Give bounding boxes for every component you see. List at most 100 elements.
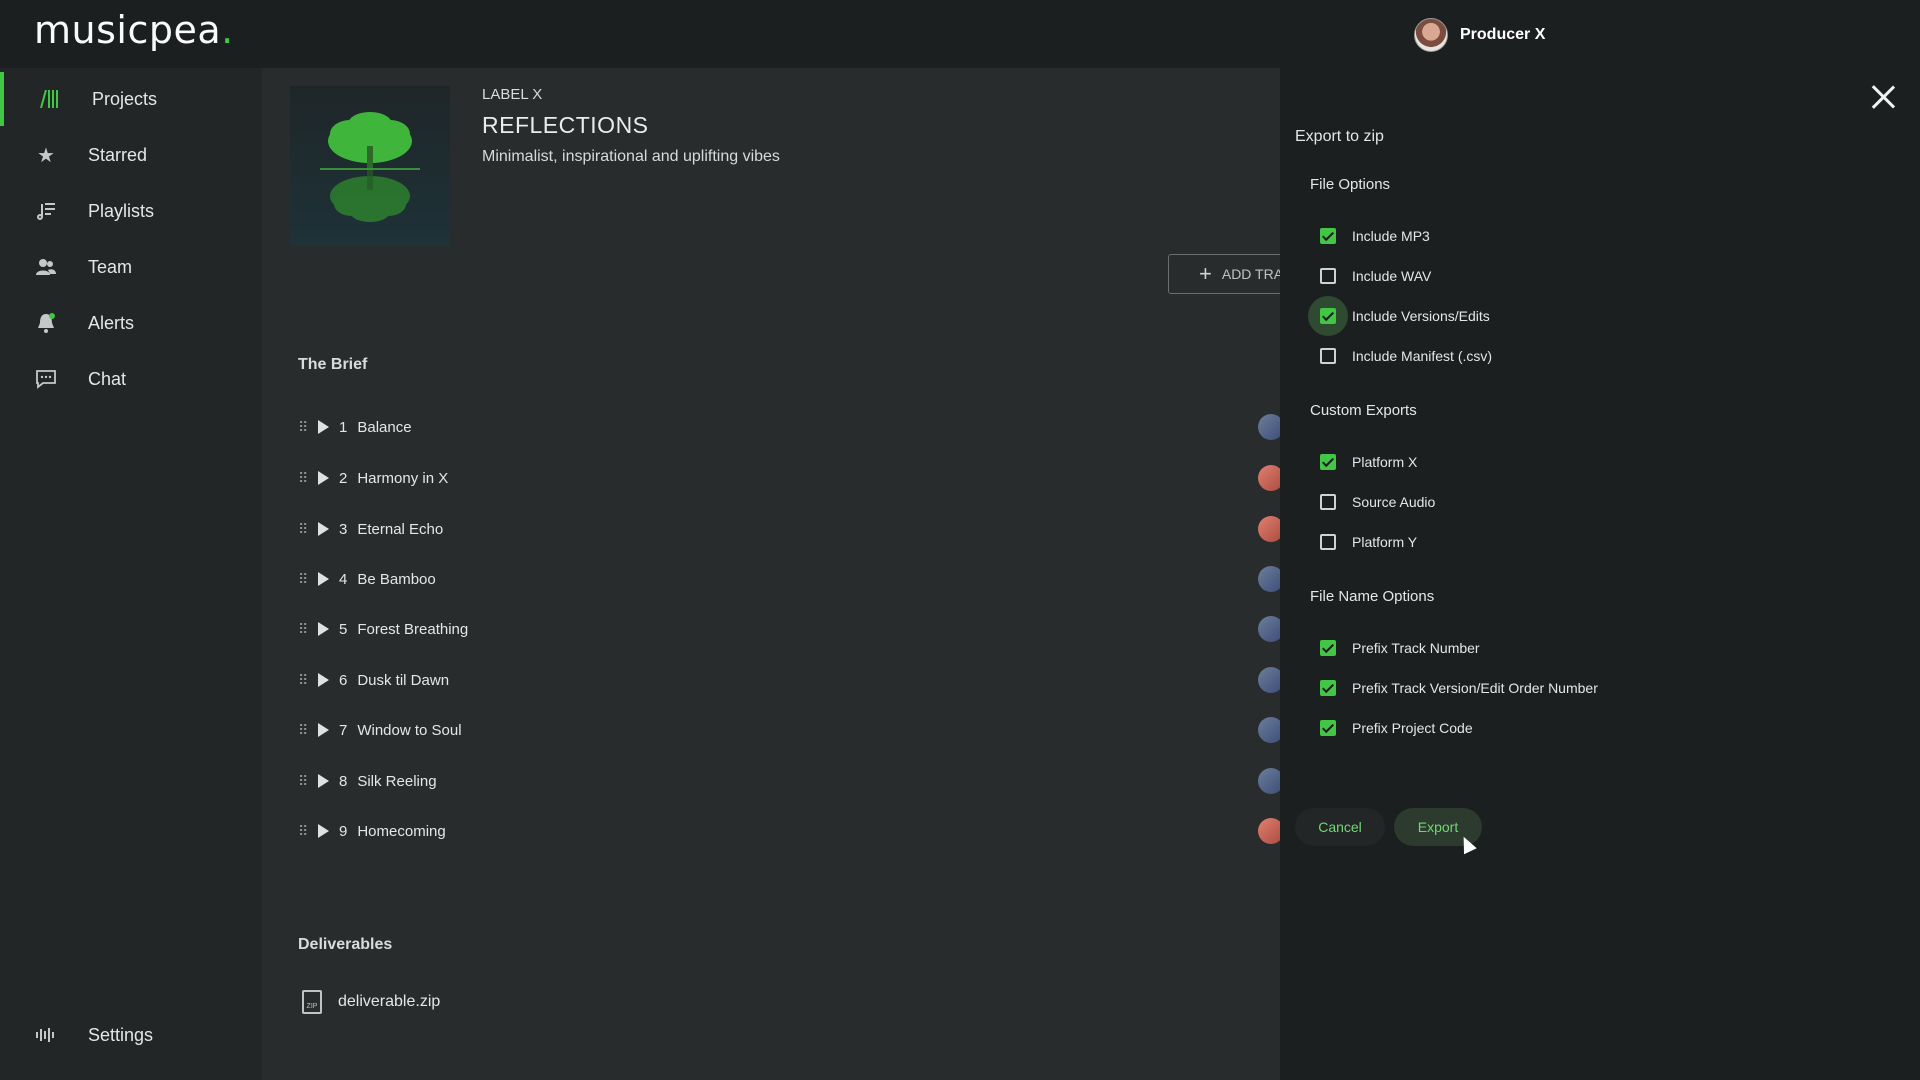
project-cover-image[interactable]	[290, 86, 450, 246]
track-row[interactable]: ⠿ 6 Dusk til Dawn	[298, 665, 1280, 695]
sidebar-item-label: Team	[88, 256, 133, 277]
sidebar-item-chat[interactable]: Chat	[0, 352, 262, 406]
sidebar-item-playlists[interactable]: Playlists	[0, 184, 262, 238]
track-row[interactable]: ⠿ 8 Silk Reeling	[298, 766, 1280, 796]
track-number: 7	[339, 721, 348, 739]
deliverable-file[interactable]: ZIP deliverable.zip	[302, 990, 440, 1014]
avatar[interactable]	[1258, 465, 1280, 491]
play-icon[interactable]	[318, 824, 329, 838]
sidebar-item-label: Alerts	[88, 312, 135, 333]
sidebar-item-settings[interactable]: Settings	[0, 1008, 262, 1062]
play-icon[interactable]	[318, 774, 329, 788]
option-include-mp3[interactable]: Include MP3	[1320, 224, 1430, 248]
checkbox[interactable]	[1320, 534, 1336, 550]
drag-handle-icon[interactable]: ⠿	[298, 722, 314, 739]
play-icon[interactable]	[318, 622, 329, 636]
track-name[interactable]: Window to Soul	[357, 722, 461, 739]
option-prefix-version-order[interactable]: Prefix Track Version/Edit Order Number	[1320, 676, 1598, 700]
user-menu[interactable]: Producer X	[1414, 18, 1545, 52]
track-number: 3	[339, 520, 348, 538]
drag-handle-icon[interactable]: ⠿	[298, 621, 314, 638]
checkbox[interactable]	[1320, 640, 1336, 656]
project-detail: LABEL X REFLECTIONS Minimalist, inspirat…	[262, 68, 1280, 1080]
avatar[interactable]	[1258, 616, 1280, 642]
track-name[interactable]: Balance	[357, 419, 411, 436]
track-number: 8	[339, 772, 348, 790]
option-prefix-project-code[interactable]: Prefix Project Code	[1320, 716, 1473, 740]
track-name[interactable]: Eternal Echo	[357, 521, 443, 538]
avatar[interactable]	[1258, 768, 1280, 794]
star-icon: ★	[37, 144, 55, 167]
projects-icon	[38, 87, 62, 111]
drag-handle-icon[interactable]: ⠿	[298, 521, 314, 538]
play-icon[interactable]	[318, 471, 329, 485]
panel-title: Export to zip	[1295, 128, 1384, 145]
drag-handle-icon[interactable]: ⠿	[298, 823, 314, 840]
option-include-versions[interactable]: Include Versions/Edits	[1308, 296, 1490, 336]
option-source-audio[interactable]: Source Audio	[1320, 490, 1435, 514]
option-include-manifest[interactable]: Include Manifest (.csv)	[1320, 344, 1492, 368]
deliverable-filename[interactable]: deliverable.zip	[338, 993, 440, 1011]
avatar[interactable]	[1258, 717, 1280, 743]
avatar[interactable]	[1414, 18, 1448, 52]
checkbox[interactable]	[1320, 720, 1336, 736]
avatar[interactable]	[1258, 566, 1280, 592]
team-icon	[34, 255, 58, 279]
user-name: Producer X	[1460, 26, 1546, 43]
sidebar-item-team[interactable]: Team	[0, 240, 262, 294]
avatar[interactable]	[1258, 516, 1280, 542]
track-row[interactable]: ⠿ 7 Window to Soul	[298, 715, 1280, 745]
track-number: 4	[339, 570, 348, 588]
play-icon[interactable]	[318, 723, 329, 737]
avatar[interactable]	[1258, 818, 1280, 844]
cancel-button[interactable]: Cancel	[1295, 808, 1385, 846]
play-icon[interactable]	[318, 522, 329, 536]
drag-handle-icon[interactable]: ⠿	[298, 672, 314, 689]
add-track-button[interactable]: + ADD TRA	[1168, 254, 1280, 294]
drag-handle-icon[interactable]: ⠿	[298, 773, 314, 790]
track-name[interactable]: Be Bamboo	[357, 571, 435, 588]
track-name[interactable]: Dusk til Dawn	[357, 672, 449, 689]
checkbox[interactable]	[1320, 268, 1336, 284]
app-logo[interactable]: musicpea.	[34, 8, 234, 52]
drag-handle-icon[interactable]: ⠿	[298, 571, 314, 588]
option-include-wav[interactable]: Include WAV	[1320, 264, 1431, 288]
track-row[interactable]: ⠿ 4 Be Bamboo	[298, 564, 1280, 594]
track-row[interactable]: ⠿ 2 Harmony in X	[298, 463, 1280, 493]
play-icon[interactable]	[318, 572, 329, 586]
sidebar-item-starred[interactable]: ★ Starred	[0, 128, 262, 182]
play-icon[interactable]	[318, 673, 329, 687]
sidebar-item-alerts[interactable]: Alerts	[0, 296, 262, 350]
checkbox[interactable]	[1320, 308, 1336, 324]
avatar[interactable]	[1258, 414, 1280, 440]
track-name[interactable]: Silk Reeling	[357, 773, 436, 790]
option-prefix-track-number[interactable]: Prefix Track Number	[1320, 636, 1480, 660]
option-platform-y[interactable]: Platform Y	[1320, 530, 1417, 554]
avatar[interactable]	[1258, 667, 1280, 693]
checkbox[interactable]	[1320, 680, 1336, 696]
close-icon[interactable]	[1868, 82, 1898, 112]
drag-handle-icon[interactable]: ⠿	[298, 470, 314, 487]
checkbox[interactable]	[1320, 494, 1336, 510]
option-label: Source Audio	[1352, 494, 1436, 510]
track-name[interactable]: Homecoming	[357, 823, 445, 840]
checkbox[interactable]	[1320, 228, 1336, 244]
checkbox[interactable]	[1320, 348, 1336, 364]
track-row[interactable]: ⠿ 1 Balance	[298, 412, 1280, 442]
drag-handle-icon[interactable]: ⠿	[298, 419, 314, 436]
option-platform-x[interactable]: Platform X	[1320, 450, 1417, 474]
chat-icon	[34, 367, 58, 391]
track-row[interactable]: ⠿ 9 Homecoming	[298, 816, 1280, 846]
play-icon[interactable]	[318, 420, 329, 434]
track-row[interactable]: ⠿ 5 Forest Breathing	[298, 614, 1280, 644]
track-name[interactable]: Forest Breathing	[357, 621, 468, 638]
option-label: Include WAV	[1352, 268, 1432, 284]
playlist-icon	[34, 199, 58, 223]
track-name[interactable]: Harmony in X	[357, 470, 448, 487]
record-label: LABEL X	[482, 86, 543, 103]
sidebar-item-projects[interactable]: Projects	[0, 72, 266, 126]
option-label: Prefix Track Version/Edit Order Number	[1352, 680, 1598, 696]
option-label: Include Versions/Edits	[1352, 308, 1490, 324]
checkbox[interactable]	[1320, 454, 1336, 470]
track-row[interactable]: ⠿ 3 Eternal Echo	[298, 514, 1280, 544]
